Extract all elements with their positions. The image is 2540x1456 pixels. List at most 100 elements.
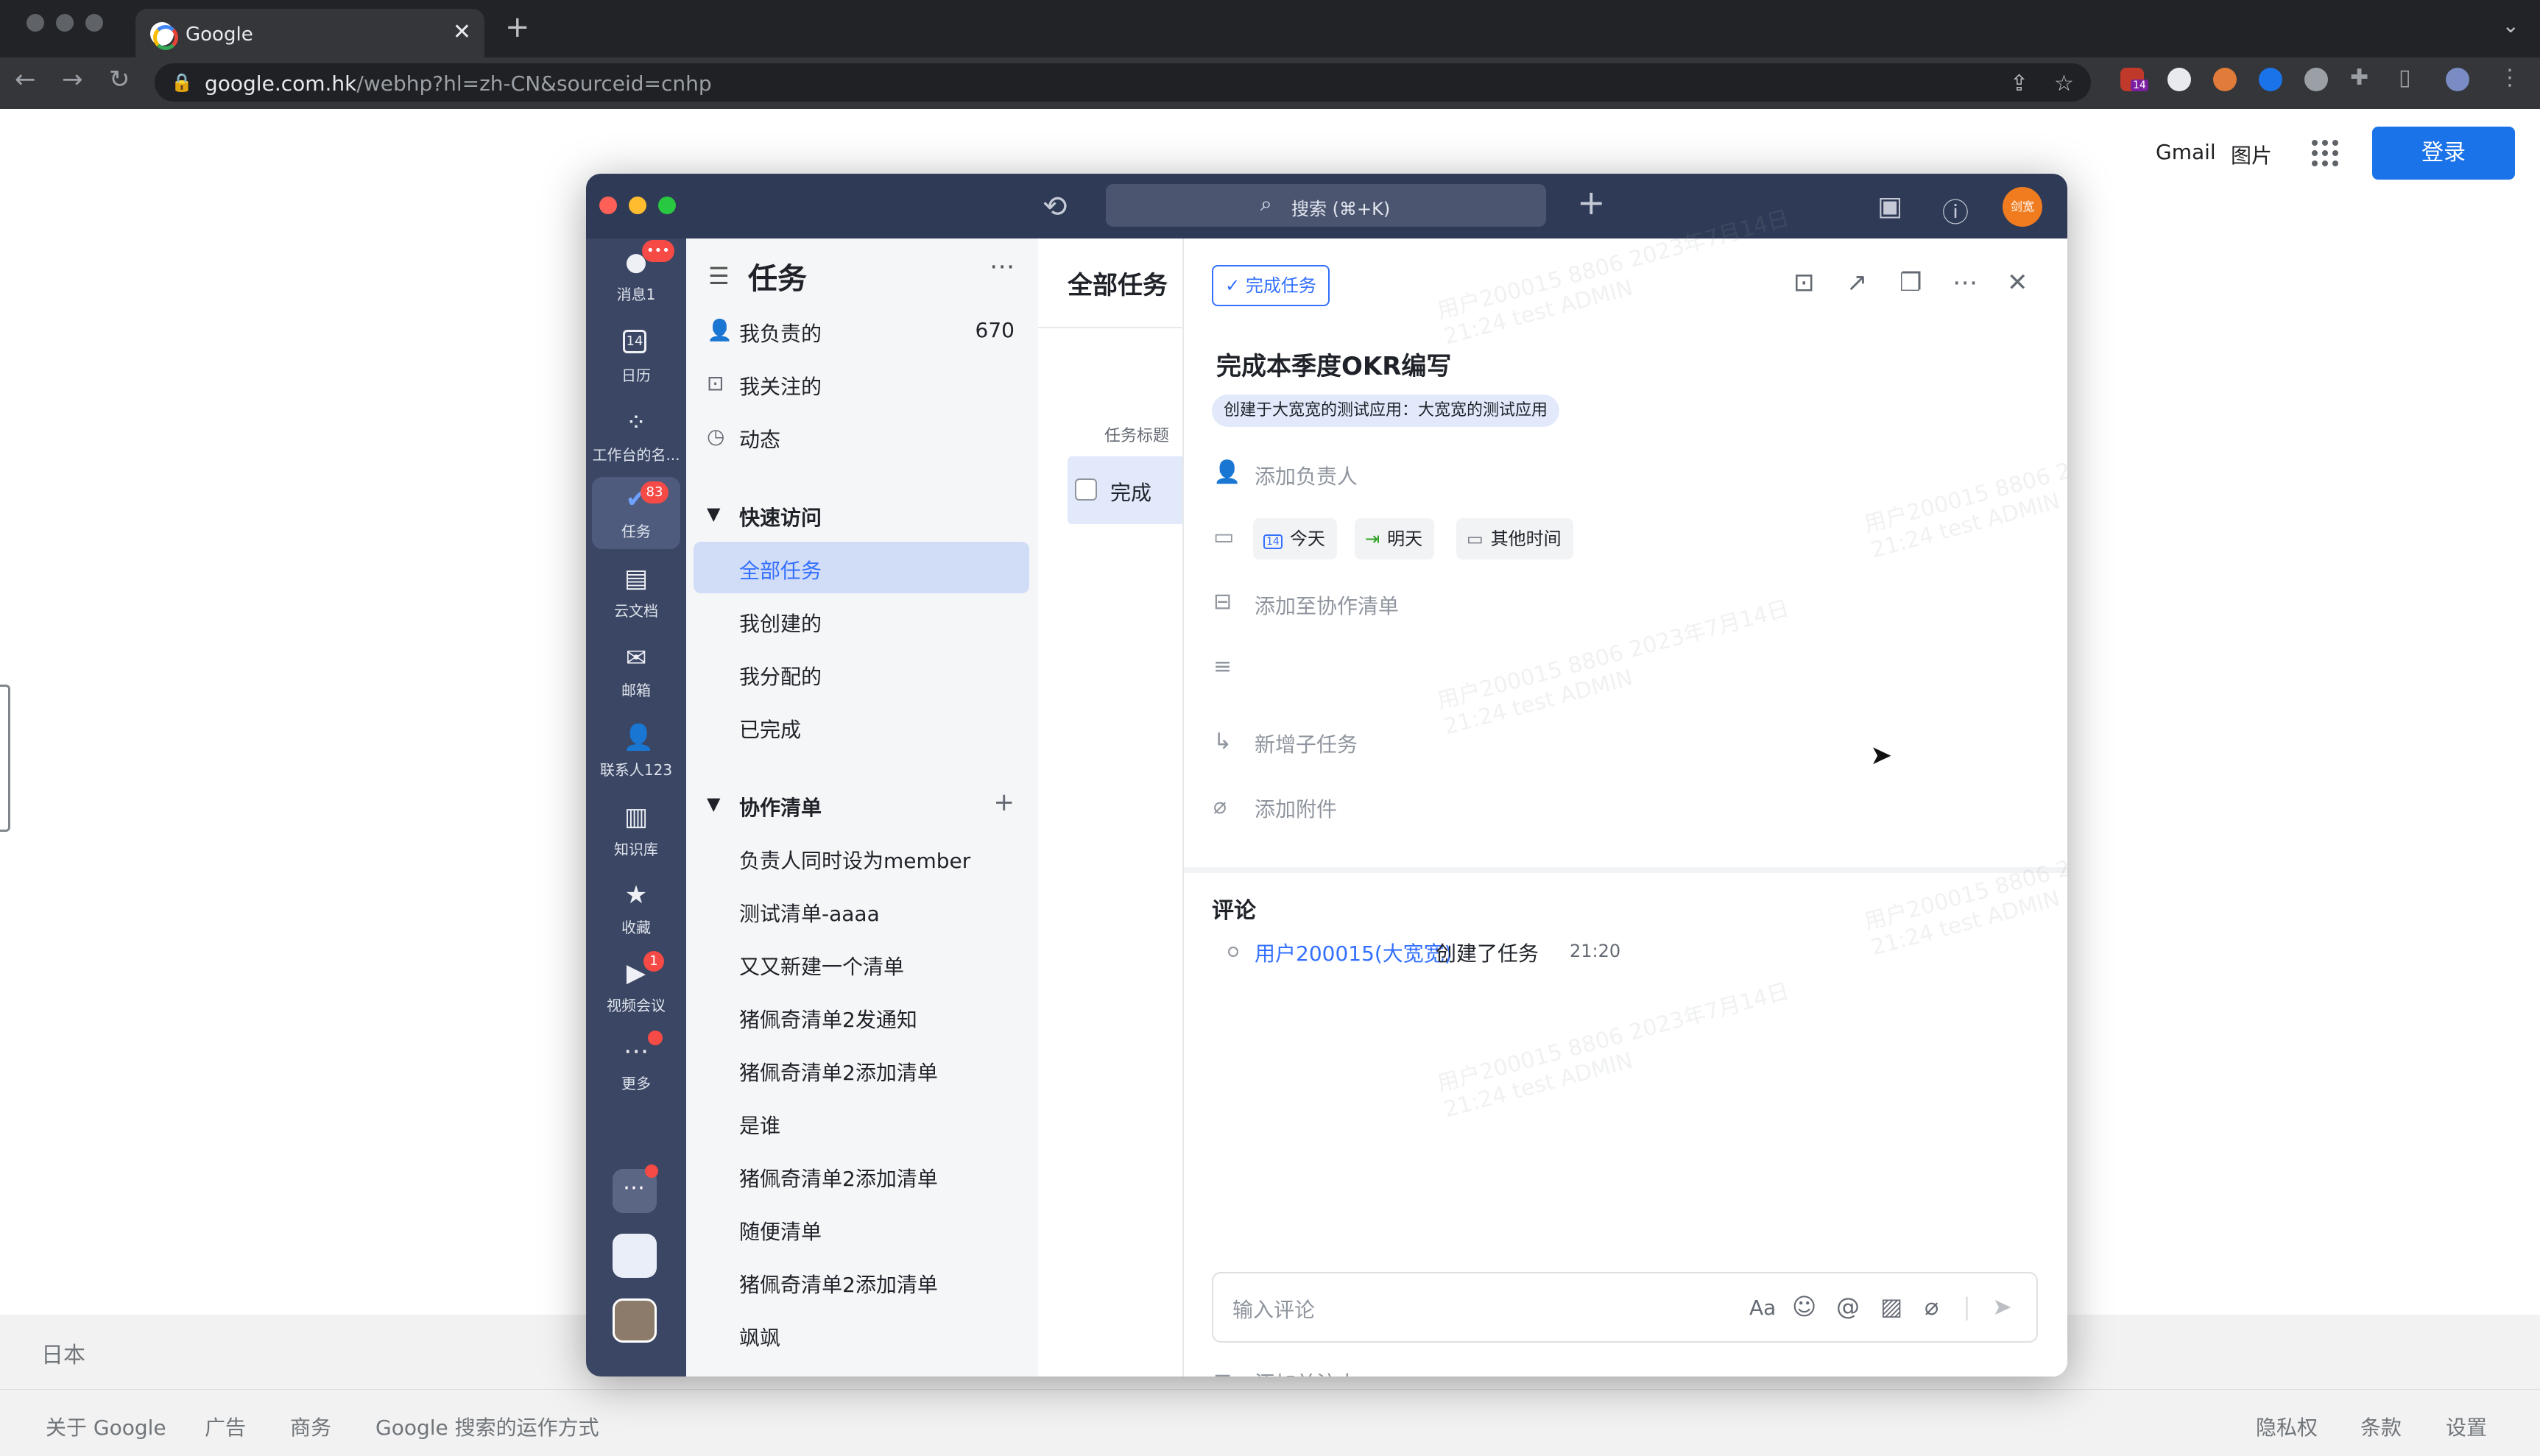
collab-list-item[interactable]: 负责人同时设为member — [694, 832, 1029, 883]
collab-list-item[interactable]: 猪佩奇清单2发通知 — [694, 991, 1029, 1042]
forward-arrow-icon[interactable]: → — [62, 65, 83, 94]
mention-at-icon[interactable]: @ — [1836, 1293, 1860, 1321]
image-icon[interactable]: ▨ — [1880, 1293, 1902, 1321]
gmail-link[interactable]: Gmail — [2156, 140, 2216, 164]
footer-link-about[interactable]: 关于 Google — [46, 1412, 166, 1441]
nav-item-my-responsible[interactable]: 👤 我负责的 670 — [694, 305, 1029, 356]
footer-link-settings[interactable]: 设置 — [2446, 1412, 2487, 1441]
comment-user-link[interactable]: 用户200015(大宽宽) — [1255, 938, 1453, 967]
create-plus-icon[interactable]: + — [1577, 183, 1606, 222]
rail-item-calendar[interactable]: 14 日历 — [592, 321, 680, 393]
more-options-icon[interactable]: ⋯ — [1952, 268, 1978, 297]
close-icon[interactable]: ✕ — [2007, 268, 2028, 297]
rail-item-mail[interactable]: ✉ 邮箱 — [592, 636, 680, 708]
add-to-list-field[interactable]: 添加至协作清单 — [1255, 590, 1399, 620]
due-other-time-chip[interactable]: ▭ 其他时间 — [1456, 518, 1573, 559]
footer-link-terms[interactable]: 条款 — [2360, 1412, 2402, 1441]
tab-close-icon[interactable]: ✕ — [453, 19, 471, 45]
rail-app-chat-icon[interactable]: ⋯ — [613, 1165, 658, 1213]
more-options-icon[interactable]: ⋯ — [989, 252, 1015, 281]
rail-item-meetings[interactable]: ▶ 1 视频会议 — [592, 951, 680, 1023]
rail-app-photo-icon[interactable] — [613, 1298, 657, 1343]
attach-paperclip-icon[interactable]: ⌀ — [1925, 1293, 1938, 1321]
app-minimize-dot[interactable] — [629, 197, 646, 214]
column-header-title[interactable]: 任务标题 — [1104, 423, 1169, 446]
add-subtask-field[interactable]: 新增子任务 — [1255, 729, 1358, 758]
profile-avatar[interactable] — [2446, 68, 2469, 91]
task-title[interactable]: 完成本季度OKR编写 — [1216, 346, 1451, 382]
browser-menu-icon[interactable]: ⋮ — [2499, 65, 2521, 91]
share-icon[interactable]: ↗ — [1846, 268, 1868, 297]
rail-item-messages[interactable]: ● ••• 消息1 — [592, 240, 680, 312]
app-zoom-dot[interactable] — [658, 197, 676, 214]
window-close-dot[interactable] — [27, 14, 44, 32]
emoji-icon[interactable]: ☺ — [1792, 1293, 1816, 1321]
comment-input[interactable]: 输入评论 Aa ☺ @ ▨ ⌀ | ➤ — [1212, 1272, 2038, 1343]
collab-list-item[interactable]: 飒飒 — [694, 1309, 1029, 1360]
extensions-puzzle-icon[interactable]: ✚ — [2350, 65, 2368, 91]
due-today-chip[interactable]: 14 今天 — [1253, 518, 1337, 559]
footer-link-how-search-works[interactable]: Google 搜索的运作方式 — [375, 1412, 599, 1441]
complete-task-button[interactable]: ✓ 完成任务 — [1212, 265, 1330, 306]
section-quick-access[interactable]: ▼ 快速访问 — [694, 489, 1029, 540]
bookmark-star-icon[interactable]: ☆ — [2054, 71, 2074, 96]
login-button[interactable]: 登录 — [2372, 127, 2515, 180]
screen-share-icon[interactable]: ▣ — [1877, 191, 1902, 222]
nav-item-activity[interactable]: ◷ 动态 — [694, 411, 1029, 462]
nav-item-all-tasks[interactable]: 全部任务 — [694, 542, 1029, 593]
new-tab-button[interactable]: + — [505, 10, 530, 44]
collab-list-item[interactable]: 是谁 — [694, 1097, 1029, 1148]
add-list-plus-icon[interactable]: + — [994, 788, 1015, 817]
extension-flower-icon[interactable] — [2304, 68, 2328, 91]
text-format-icon[interactable]: Aa — [1749, 1296, 1776, 1320]
description-lines-icon[interactable]: ≡ — [1213, 654, 1232, 679]
help-icon[interactable]: ⓘ — [1942, 191, 1969, 230]
footer-link-business[interactable]: 商务 — [290, 1412, 331, 1441]
app-search-box[interactable]: ⌕ 搜索 (⌘+K) — [1106, 184, 1546, 227]
rail-item-favorites[interactable]: ★ 收藏 — [592, 873, 680, 945]
collapse-sidebar-icon[interactable]: ☰ — [708, 262, 730, 290]
side-panel-icon[interactable]: ▯ — [2399, 65, 2411, 91]
images-link[interactable]: 图片 — [2231, 140, 2272, 169]
copy-icon[interactable]: ❐ — [1899, 268, 1922, 297]
rail-item-wiki[interactable]: ▥ 知识库 — [592, 795, 680, 867]
rail-item-docs[interactable]: ▤ 云文档 — [592, 556, 680, 629]
google-apps-icon[interactable] — [2312, 140, 2338, 166]
nav-item-assigned-by-me[interactable]: 我分配的 — [694, 648, 1029, 699]
task-checkbox[interactable] — [1075, 478, 1097, 501]
collab-list-item[interactable]: 随便清单 — [694, 1203, 1029, 1254]
rail-item-more[interactable]: ⋯ 更多 — [592, 1029, 680, 1101]
reload-icon[interactable]: ↻ — [109, 65, 130, 94]
add-attachment-field[interactable]: 添加附件 — [1255, 794, 1337, 823]
extension-circle-icon[interactable] — [2167, 68, 2191, 91]
history-icon[interactable]: ⟲ — [1043, 190, 1068, 224]
nav-item-completed[interactable]: 已完成 — [694, 701, 1029, 752]
extension-gear-icon[interactable] — [2213, 68, 2237, 91]
follow-bookmark-icon[interactable]: ⊡ — [1793, 268, 1815, 297]
rail-app-gallery-icon[interactable] — [613, 1234, 657, 1278]
browser-tab[interactable]: Google ✕ — [135, 9, 484, 57]
rail-item-tasks[interactable]: ✔ 83 任务 — [592, 477, 680, 549]
add-follower-field[interactable]: 添加关注人 — [1255, 1368, 1358, 1377]
app-close-dot[interactable] — [599, 197, 617, 214]
collab-list-item[interactable]: 猪佩奇清单2添加清单 — [694, 1150, 1029, 1201]
collab-list-item[interactable]: 又又新建一个清单 — [694, 938, 1029, 989]
address-bar[interactable]: 🔒 google.com.hk/webhp?hl=zh-CN&sourceid=… — [155, 63, 2091, 102]
window-zoom-dot[interactable] — [85, 14, 103, 32]
tab-search-icon[interactable]: ⌄ — [2502, 13, 2519, 38]
user-avatar[interactable]: 剑宽 — [2003, 187, 2042, 227]
share-icon[interactable]: ⇪ — [2010, 71, 2028, 96]
extension-calendar-icon[interactable]: 14 — [2120, 68, 2148, 91]
collab-list-item[interactable]: 猪佩奇清单2添加清单 — [694, 1256, 1029, 1307]
rail-item-contacts[interactable]: 👤 联系人123 — [592, 715, 680, 788]
footer-link-privacy[interactable]: 隐私权 — [2256, 1412, 2318, 1441]
send-icon[interactable]: ➤ — [1992, 1293, 2012, 1321]
collab-list-item[interactable]: 测试清单-aaaa — [694, 885, 1029, 936]
extension-blue-icon[interactable] — [2259, 68, 2282, 91]
back-arrow-icon[interactable]: ← — [15, 65, 36, 94]
section-collab-lists[interactable]: ▼ 协作清单 + — [694, 779, 1029, 830]
collab-list-item[interactable]: 猪佩奇清单2添加清单 — [694, 1044, 1029, 1095]
window-minimize-dot[interactable] — [56, 14, 74, 32]
nav-item-created-by-me[interactable]: 我创建的 — [694, 595, 1029, 646]
add-assignee-field[interactable]: 添加负责人 — [1255, 461, 1358, 490]
